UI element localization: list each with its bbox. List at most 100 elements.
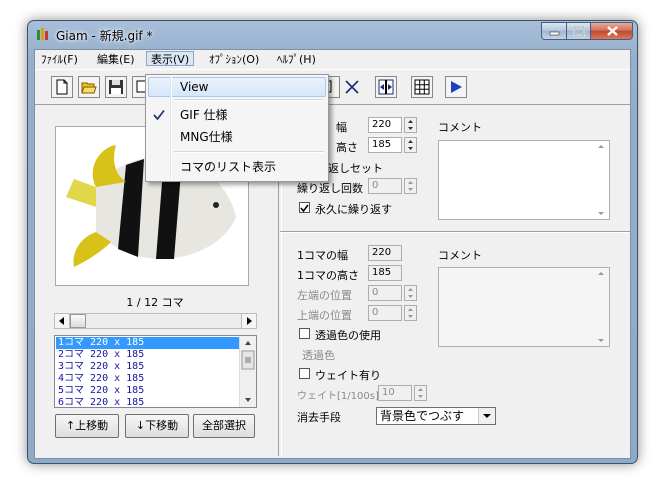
menu-item-view[interactable]: View (180, 77, 208, 97)
menu-item-mng-spec[interactable]: MNG仕様 (180, 127, 233, 147)
image-width-stepper[interactable] (404, 117, 417, 133)
open-button[interactable] (78, 76, 100, 98)
frame-list-item[interactable]: 4コマ 220 x 185 (56, 373, 240, 385)
frame-height-field: 185 (368, 265, 402, 281)
frame-list[interactable]: 1コマ 220 x 185 2コマ 220 x 185 3コマ 220 x 18… (54, 335, 257, 408)
scroll-left-button[interactable] (55, 314, 70, 328)
loop-count-label: 繰り返し回数 (297, 182, 363, 195)
wait-time-stepper[interactable] (414, 385, 427, 401)
menu-edit[interactable]: 編集(E) (93, 52, 139, 67)
open-folder-icon (81, 82, 97, 94)
menu-view[interactable]: 表示(V) (146, 51, 195, 66)
wait-checkbox[interactable] (299, 368, 310, 379)
minimize-icon (549, 31, 560, 36)
menu-bar: ﾌｧｲﾙ(F) 編集(E) 表示(V) ｵﾌﾟｼｮﾝ(O) ﾍﾙﾌﾟ(H) (35, 50, 630, 68)
maximize-icon (573, 26, 585, 36)
new-file-icon (56, 79, 68, 95)
split-button[interactable] (375, 76, 397, 98)
split-frame-icon (378, 79, 394, 95)
stepper-icon (408, 140, 413, 150)
stepper-icon (408, 181, 413, 191)
maximize-button[interactable] (566, 22, 591, 40)
menu-help[interactable]: ﾍﾙﾌﾟ(H) (273, 52, 320, 67)
minimize-button[interactable] (541, 22, 567, 40)
image-height-stepper[interactable] (404, 137, 417, 153)
frame-top-label: 上端の位置 (297, 309, 352, 322)
frame-comment-label: コメント (438, 249, 482, 262)
scroll-right-button[interactable] (241, 314, 256, 328)
wait-label: ウェイト有り (315, 369, 381, 382)
move-up-button[interactable]: ↑上移動 (55, 414, 119, 438)
transparent-color-label: 透過色 (302, 349, 335, 362)
menu-file[interactable]: ﾌｧｲﾙ(F) (37, 52, 82, 67)
stepper-icon (408, 288, 413, 298)
floppy-save-icon (109, 80, 123, 94)
delete-x-icon (345, 80, 359, 94)
dispose-select[interactable]: 背景色でつぶす (376, 407, 496, 425)
close-button[interactable] (590, 22, 633, 40)
select-all-button[interactable]: 全部選択 (193, 414, 255, 438)
grid-button[interactable] (411, 76, 433, 98)
scroll-thumb[interactable] (70, 314, 86, 328)
scrollbar-arrows-icon (241, 341, 255, 402)
image-height-label: 高さ (336, 141, 358, 154)
new-button[interactable] (51, 76, 73, 98)
menu-separator (174, 151, 324, 153)
loop-forever-label: 永久に繰り返す (315, 203, 392, 216)
arrow-left-icon (59, 317, 64, 325)
delete-button[interactable] (341, 76, 363, 98)
frame-left-label: 左端の位置 (297, 289, 352, 302)
transparent-checkbox[interactable] (299, 328, 310, 339)
frame-comment-box[interactable] (438, 267, 610, 347)
loop-forever-checkbox[interactable] (299, 202, 310, 213)
loop-set-label: 返しセット (328, 162, 383, 175)
frame-top-stepper[interactable] (404, 305, 417, 321)
wait-time-field[interactable]: 10 (378, 385, 412, 401)
image-height-field[interactable]: 185 (368, 137, 402, 153)
frame-left-stepper[interactable] (404, 285, 417, 301)
frame-list-item[interactable]: 2コマ 220 x 185 (56, 349, 240, 361)
giam-app-icon (37, 28, 48, 40)
loop-count-field[interactable]: 0 (368, 178, 402, 194)
frame-width-field: 220 (368, 245, 402, 261)
dispose-label: 消去手段 (297, 411, 341, 424)
save-button[interactable] (105, 76, 127, 98)
properties-panel: 幅 220 高さ 185 返しセット 繰り返し回数 0 永久に繰り返す コメント… (278, 106, 630, 456)
checkmark-icon (300, 204, 309, 213)
stepper-icon (418, 388, 423, 398)
image-width-field[interactable]: 220 (368, 117, 402, 133)
transparent-label: 透過色の使用 (315, 329, 381, 342)
play-icon (451, 81, 462, 93)
frame-left-field[interactable]: 0 (368, 285, 402, 301)
grid-icon (414, 79, 430, 95)
checkmark-icon (153, 109, 165, 121)
frame-top-field[interactable]: 0 (368, 305, 402, 321)
stepper-icon (408, 308, 413, 318)
menu-options[interactable]: ｵﾌﾟｼｮﾝ(O) (205, 52, 263, 67)
list-scrollbar[interactable] (239, 336, 256, 407)
scroll-arrows-icon (598, 145, 604, 215)
dropdown-button[interactable] (478, 408, 495, 424)
title-bar[interactable]: Giam - 新規.gif * (28, 21, 637, 49)
frame-list-item[interactable]: 3コマ 220 x 185 (56, 361, 240, 373)
frame-list-item[interactable]: 1コマ 220 x 185 (56, 337, 240, 349)
loop-count-stepper[interactable] (404, 178, 417, 194)
frame-list-item[interactable]: 6コマ 220 x 185 (56, 397, 240, 407)
menu-highlight (148, 77, 326, 97)
scroll-arrows-icon (598, 272, 604, 342)
frame-height-label: 1コマの高さ (297, 269, 359, 282)
menu-separator (174, 99, 324, 101)
menu-gutter (170, 77, 172, 179)
arrow-right-icon (247, 317, 252, 325)
wait-time-label: ウェイト[1/100s] (297, 391, 379, 402)
menu-item-frame-list[interactable]: コマのリスト表示 (180, 157, 276, 177)
move-down-button[interactable]: ↓下移動 (125, 414, 189, 438)
global-comment-box[interactable] (438, 140, 610, 220)
frame-list-item[interactable]: 5コマ 220 x 185 (56, 385, 240, 397)
dispose-select-value: 背景色でつぶす (380, 409, 465, 423)
frame-scrollbar[interactable] (54, 313, 257, 329)
section-divider (280, 231, 630, 233)
stepper-icon (408, 120, 413, 130)
play-button[interactable] (445, 76, 467, 98)
menu-item-gif-spec[interactable]: GIF 仕様 (180, 105, 228, 125)
